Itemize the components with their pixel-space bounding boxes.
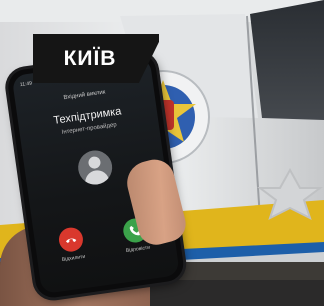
avatar xyxy=(75,148,114,187)
phone-hangup-icon xyxy=(65,238,77,243)
status-time: 11:49 xyxy=(19,80,33,89)
decline-label: Відхилити xyxy=(61,253,86,264)
city-tag: КИЇВ xyxy=(33,34,159,83)
avatar-body xyxy=(83,168,110,187)
avatar-head xyxy=(87,155,101,170)
decline-button[interactable] xyxy=(57,226,85,254)
